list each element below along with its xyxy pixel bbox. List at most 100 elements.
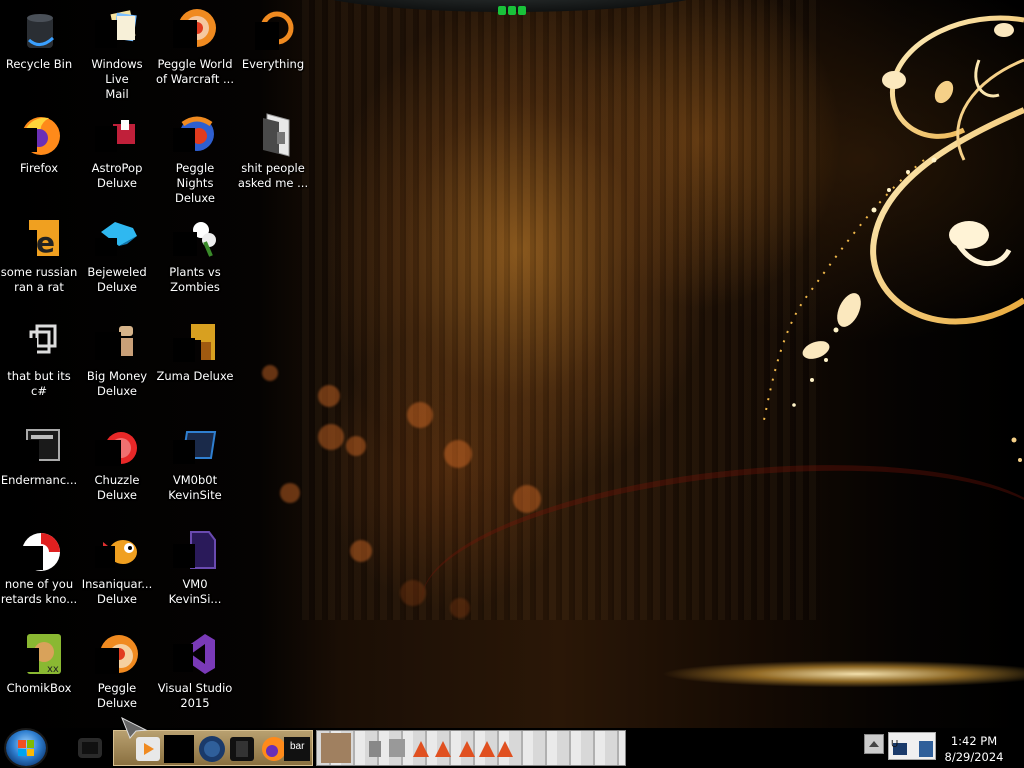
clock-time: 1:42 PM [950, 734, 998, 748]
desktop-icon-label: VM0b0t KevinSite [168, 473, 222, 502]
dark-app-icon [78, 738, 102, 758]
desktop-icon-windows-live-mail[interactable]: Windows Live Mail [78, 0, 156, 101]
windows-live-mail-icon [93, 6, 141, 54]
system-tray: U [862, 730, 942, 766]
desktop-icon-that-but-its-csharp[interactable]: that but its c# [0, 312, 78, 408]
desktop-icon-visual-studio[interactable]: Visual Studio 2015 [156, 624, 234, 720]
desktop-icon-label: Zuma Deluxe [156, 369, 234, 383]
desktop-icon-label: ChomikBox [6, 681, 72, 695]
desktop-icon-label: Everything [241, 57, 305, 71]
green-indicator-icon [518, 6, 526, 15]
bokeh-light [318, 385, 340, 407]
taskbar-running-apps[interactable] [316, 730, 626, 766]
chomikbox-icon: xx [15, 630, 63, 678]
vm-folder-icon [171, 422, 219, 470]
desktop-icon-some-russian[interactable]: e some russian ran a rat [0, 208, 78, 304]
desktop-icon-vm0-kevinsite[interactable]: VM0 KevinSi... [156, 520, 234, 616]
desktop-icon-label: Insaniquar... Deluxe [81, 577, 153, 606]
bejeweled-icon [93, 214, 141, 262]
chevron-up-icon [869, 741, 879, 747]
desktop-icon-label: Endermanc... [0, 473, 78, 487]
bokeh-light [513, 485, 541, 513]
desktop-icon-label: shit people asked me ... [237, 161, 309, 190]
desktop-icon-label: Plants vs Zombies [169, 265, 221, 294]
insaniquarium-icon [93, 526, 141, 574]
desktop-icon-zuma[interactable]: Zuma Deluxe [156, 312, 234, 408]
bokeh-light [444, 440, 472, 468]
svg-text:e: e [36, 226, 55, 259]
bokeh-light [318, 424, 344, 450]
desktop-icon-firefox[interactable]: Firefox [0, 104, 78, 200]
desktop-icon-everything[interactable]: Everything [234, 0, 312, 96]
vm-file-icon [171, 526, 219, 574]
peggle-deluxe-icon [93, 630, 141, 678]
big-money-icon [93, 318, 141, 366]
desktop-icon-peggle-deluxe[interactable]: Peggle Deluxe [78, 624, 156, 720]
desktop-icon-chomikbox[interactable]: xx ChomikBox [0, 624, 78, 720]
mouse-cursor-icon [121, 716, 148, 739]
wallpaper-gold-streak [520, 650, 1024, 698]
desktop-icon-big-money[interactable]: Big Money Deluxe [78, 312, 156, 408]
desktop-icon-label: Recycle Bin [5, 57, 73, 71]
peggle-wow-icon [171, 6, 219, 54]
everything-search-icon [249, 6, 297, 54]
start-button[interactable] [6, 730, 46, 766]
firefox-icon [15, 110, 63, 158]
desktop-icon-vm0b0t-kevinsite[interactable]: VM0b0t KevinSite [156, 416, 234, 512]
e-app-icon: e [15, 214, 63, 262]
taskbar-clock[interactable]: 1:42 PM 8/29/2024 [938, 733, 1010, 765]
desktop-icon-label: Peggle World of Warcraft ... [156, 57, 234, 86]
desktop-icon-label: Chuzzle Deluxe [94, 473, 140, 502]
desktop-icon-label: Bejeweled Deluxe [87, 265, 147, 294]
desktop-icon-peggle-nights[interactable]: Peggle Nights Deluxe [156, 104, 234, 205]
running-apps-strip [321, 733, 513, 763]
desktop-icon-chuzzle[interactable]: Chuzzle Deluxe [78, 416, 156, 512]
svg-text:xx: xx [47, 664, 59, 675]
tray-app-window[interactable]: U [888, 732, 936, 760]
desktop-icon-none-of-you[interactable]: none of you retards kno... [0, 520, 78, 616]
zuma-icon [171, 318, 219, 366]
desktop-icon-label: Visual Studio 2015 [157, 681, 233, 710]
desktop-icon-peggle-wow[interactable]: Peggle World of Warcraft ... [156, 0, 234, 96]
file-icon [249, 110, 297, 158]
green-indicator-icon [508, 6, 516, 15]
bokeh-light [407, 402, 433, 428]
windows-logo-icon [18, 740, 34, 756]
desktop-icon-label: VM0 KevinSi... [168, 577, 222, 606]
desktop-icon-grid: Recycle Bin Firefox e some russian ran a… [0, 0, 320, 728]
red-app-icon [15, 526, 63, 574]
desktop-icon-label: some russian ran a rat [0, 265, 78, 294]
desktop-icon-bejeweled[interactable]: Bejeweled Deluxe [78, 208, 156, 304]
taskbar-pinned-app-dark[interactable] [72, 730, 108, 766]
recycle-bin-icon [15, 6, 63, 54]
desktop-icon-shit-people-asked[interactable]: shit people asked me ... [234, 104, 312, 200]
bokeh-light [350, 540, 372, 562]
peggle-nights-icon [171, 110, 219, 158]
visual-studio-icon [171, 630, 219, 678]
wallpaper-gold-swirl [763, 15, 1024, 462]
pinned-label: bar [290, 741, 305, 752]
plants-vs-zombies-icon [171, 214, 219, 262]
desktop-icon-label: none of you retards kno... [0, 577, 78, 606]
desktop-icon-label: Windows Live Mail [91, 57, 143, 101]
desktop-icon-label: AstroPop Deluxe [91, 161, 143, 190]
astropop-icon [93, 110, 141, 158]
show-hidden-icons-button[interactable] [864, 734, 884, 754]
desktop-icon-label: Firefox [19, 161, 59, 175]
desktop-icon-endermanc[interactable]: Endermanc... [0, 416, 78, 512]
clock-date: 8/29/2024 [944, 750, 1004, 764]
desktop-icon-plants-vs-zombies[interactable]: Plants vs Zombies [156, 208, 234, 304]
chuzzle-icon [93, 422, 141, 470]
copy-files-icon [15, 318, 63, 366]
terminal-icon [15, 422, 63, 470]
desktop-icon-astropop[interactable]: AstroPop Deluxe [78, 104, 156, 200]
desktop-icon-label: Peggle Deluxe [97, 681, 137, 710]
bokeh-light [346, 436, 366, 456]
tray-label: U [891, 739, 899, 750]
desktop-icon-recycle-bin[interactable]: Recycle Bin [0, 0, 78, 96]
desktop-icon-label: that but its c# [7, 369, 71, 398]
desktop-icon-label: Peggle Nights Deluxe [175, 161, 215, 205]
desktop-icon-insaniquarium[interactable]: Insaniquar... Deluxe [78, 520, 156, 616]
green-indicator-icon [498, 6, 506, 15]
desktop-icon-label: Big Money Deluxe [86, 369, 148, 398]
